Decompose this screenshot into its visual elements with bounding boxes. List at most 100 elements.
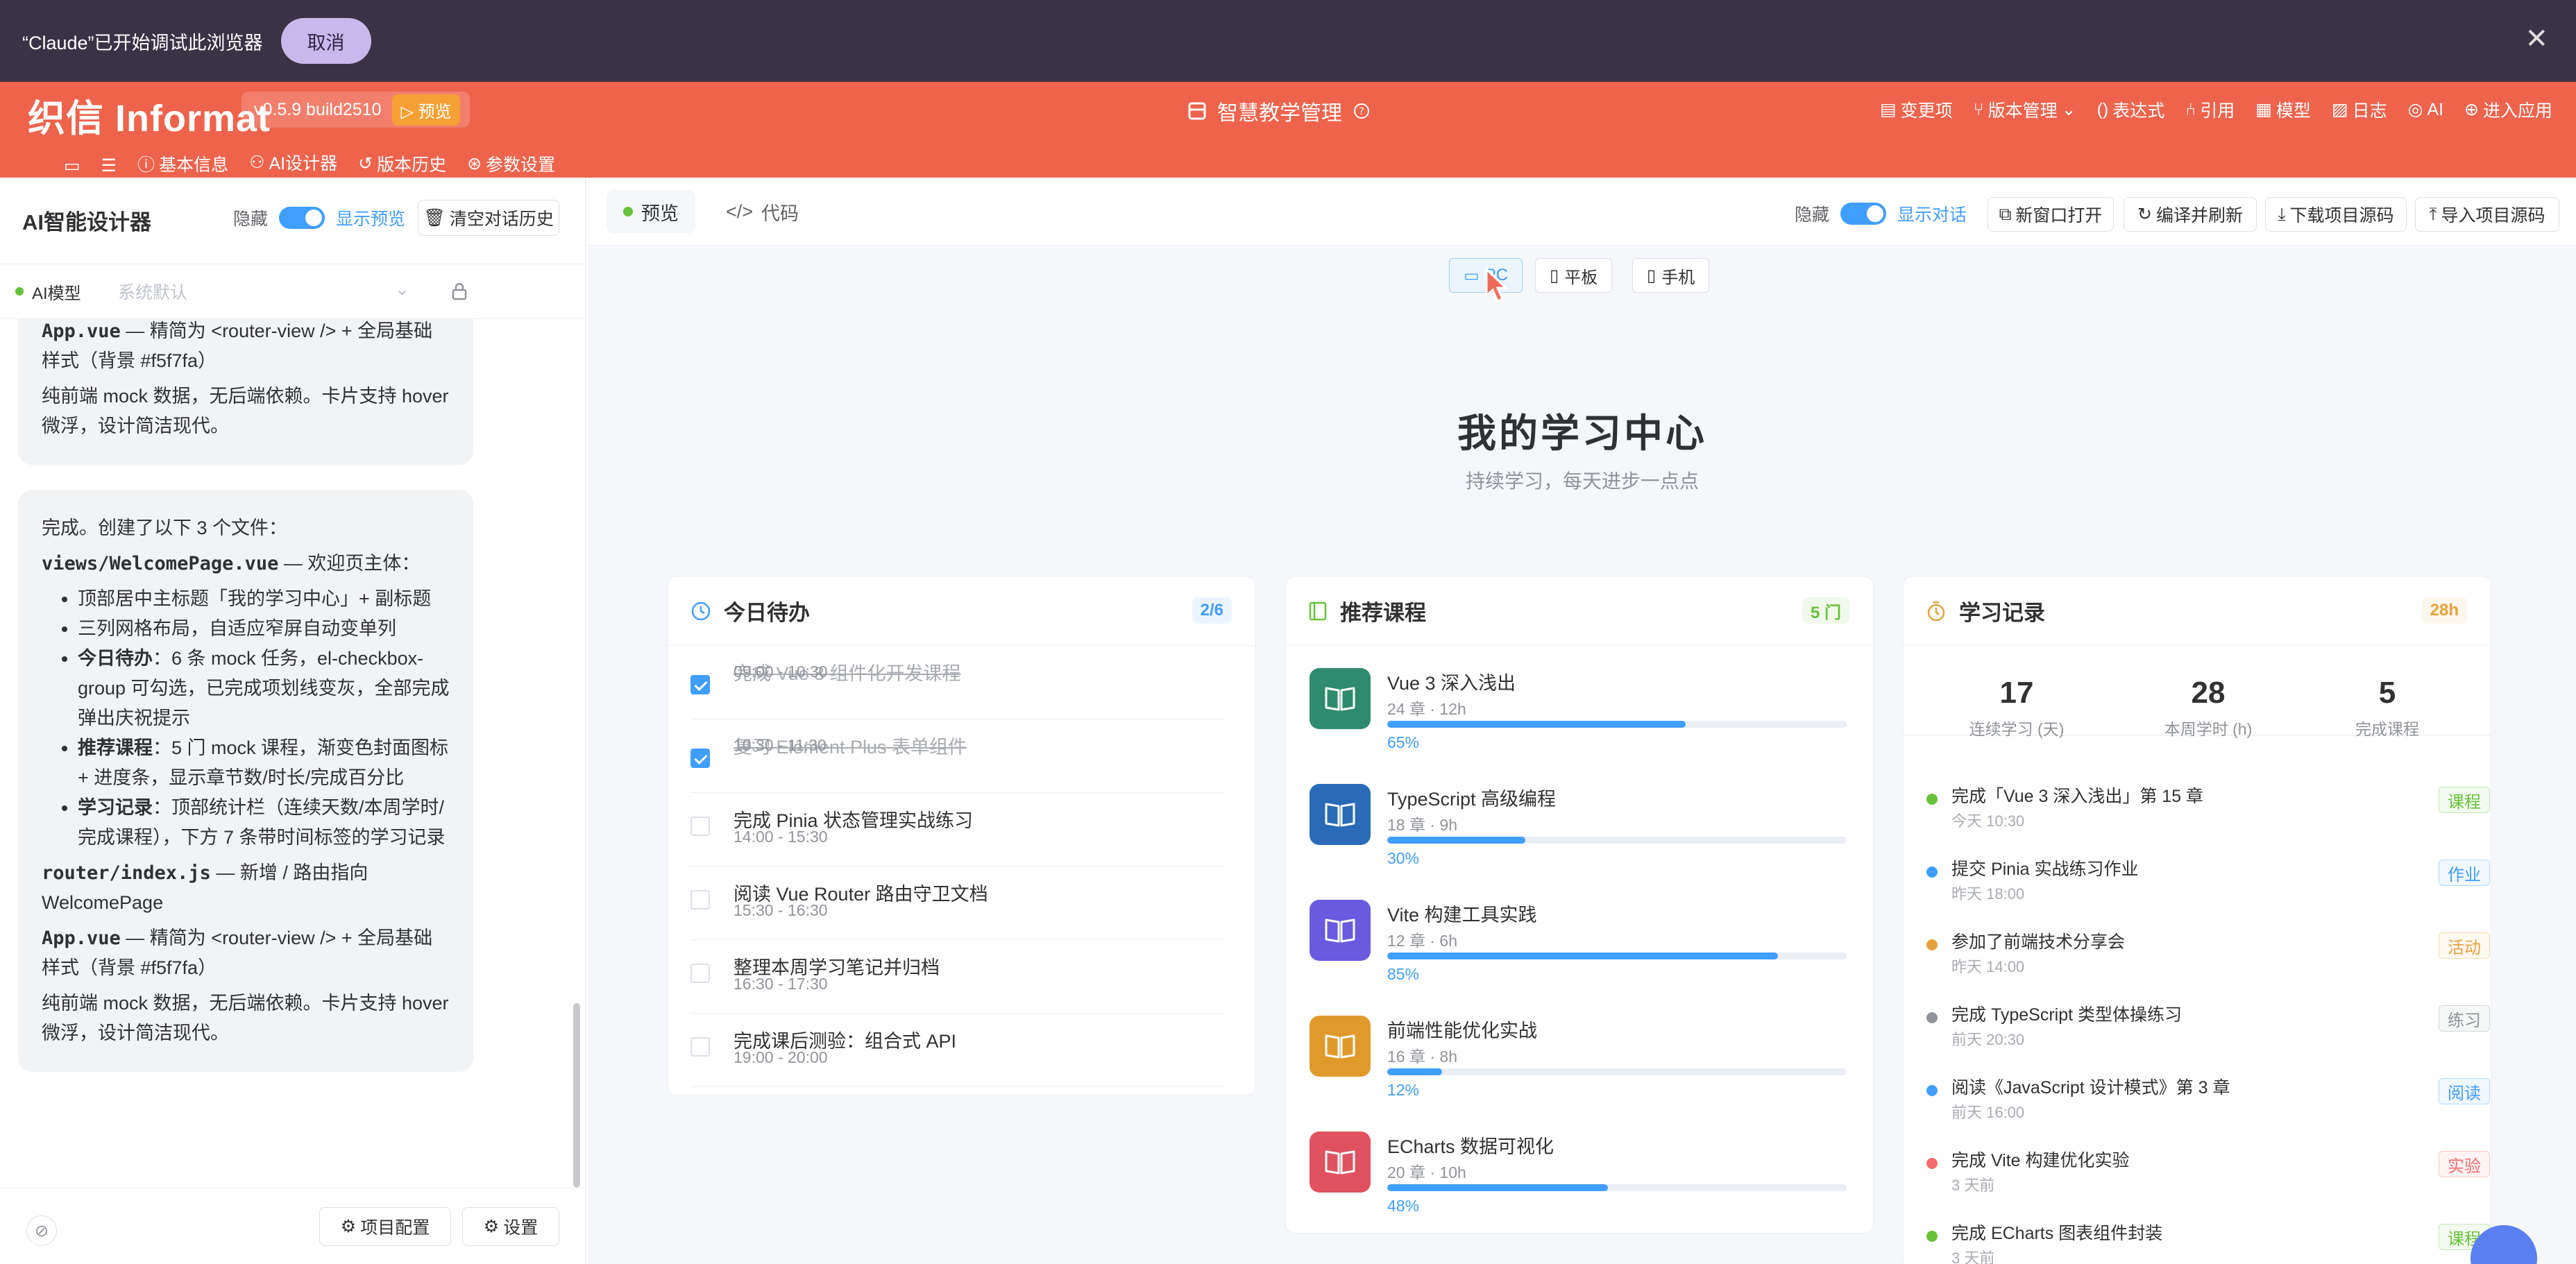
device-tablet-button[interactable]: ▯ 平板 bbox=[1535, 258, 1613, 293]
record-text: 完成 TypeScript 类型体操练习 bbox=[1951, 1005, 2182, 1025]
compile-refresh-button[interactable]: ↻ 编译并刷新 bbox=[2124, 197, 2257, 232]
code-filename: App.vue bbox=[42, 321, 121, 342]
record-text: 完成 ECharts 图表组件封装 bbox=[1951, 1224, 2163, 1243]
preview-app-button[interactable]: ▷ 预览 bbox=[392, 94, 460, 126]
show-preview-label: 显示预览 bbox=[336, 210, 406, 229]
device-mobile-button[interactable]: ▯ 手机 bbox=[1632, 258, 1710, 293]
record-tag: 课程 bbox=[2439, 787, 2490, 813]
progress-percent: 85% bbox=[1387, 965, 1420, 983]
clear-history-button[interactable]: 🗑 清空对话历史 bbox=[418, 200, 559, 236]
status-dot bbox=[15, 287, 24, 296]
course-item[interactable]: 前端性能优化实战 16 章 · 8h 12% bbox=[1310, 1016, 1854, 1120]
progress-bar bbox=[1387, 837, 1847, 844]
open-new-window-button[interactable]: ⧉ 新窗口打开 bbox=[1988, 197, 2114, 232]
page-subtitle: 持续学习，每天进步一点点 bbox=[1465, 470, 1699, 492]
todo-item[interactable]: 完成课后测验：组合式 API 19:00 - 20:00 bbox=[690, 1014, 1225, 1087]
monitor-icon: ▭ bbox=[1464, 266, 1480, 285]
todo-time: 10:30 - 11:30 bbox=[734, 736, 827, 754]
message-text: 完成。创建了以下 3 个文件： bbox=[42, 518, 288, 538]
todo-checkbox[interactable] bbox=[690, 964, 710, 983]
preview-toggle-group: 隐藏 显示预览 bbox=[233, 205, 405, 230]
open-book-icon bbox=[1325, 687, 1355, 711]
download-source-button[interactable]: ⤓ 下载项目源码 bbox=[2265, 197, 2407, 232]
tab-code[interactable]: </> 代码 bbox=[709, 190, 815, 233]
log-icon: ▨ bbox=[2331, 100, 2348, 119]
todo-item[interactable]: 整理本周学习笔记并归档 16:30 - 17:30 bbox=[690, 940, 1225, 1014]
external-link-icon: ⧉ bbox=[1999, 204, 2012, 224]
menu-expression[interactable]: () 表达式 bbox=[2097, 97, 2165, 122]
record-item: 完成 Vite 构建优化实验 3 天前 实验 bbox=[1926, 1138, 2490, 1211]
open-book-icon bbox=[1325, 919, 1355, 943]
menu-version-manage[interactable]: ⑂ 版本管理 ⌄ bbox=[1974, 97, 2076, 122]
progress-bar bbox=[1387, 721, 1847, 728]
menu-changes[interactable]: ▤ 变更项 bbox=[1880, 97, 1953, 122]
course-title: TypeScript 高级编程 bbox=[1387, 789, 1557, 810]
record-item: 参加了前端技术分享会 昨天 14:00 活动 bbox=[1926, 920, 2490, 992]
todo-item[interactable]: 完成 Pinia 状态管理实战练习 14:00 - 15:30 bbox=[690, 793, 1225, 866]
course-meta: 12 章 · 6h bbox=[1387, 932, 1457, 950]
progress-fill bbox=[1387, 1068, 1443, 1075]
cancel-debug-button[interactable]: 取消 bbox=[280, 18, 371, 64]
list-item: 推荐课程：5 门 mock 课程，渐变色封面图标 + 进度条，显示章节数/时长/… bbox=[78, 733, 450, 793]
menu-enter-app[interactable]: ⊕ 进入应用 bbox=[2464, 97, 2552, 122]
progress-percent: 12% bbox=[1387, 1081, 1420, 1099]
todo-checkbox[interactable] bbox=[690, 675, 710, 694]
todo-item[interactable]: 完成 Vue 3 组件化开发课程 09:00 - 10:30 bbox=[690, 646, 1225, 719]
course-item[interactable]: TypeScript 高级编程 18 章 · 9h 30% bbox=[1310, 784, 1854, 888]
menu-log[interactable]: ▨ 日志 bbox=[2332, 97, 2387, 122]
message-text: 纯前端 mock 数据，无后端依赖。卡片支持 hover 微浮，设计简洁现代。 bbox=[42, 386, 449, 436]
progress-fill bbox=[1387, 837, 1525, 844]
todo-card: 今日待办 2/6 完成 Vue 3 组件化开发课程 09:00 - 10:30 复习… bbox=[668, 576, 1256, 1096]
record-time: 前天 20:30 bbox=[1951, 1031, 2025, 1048]
lock-icon[interactable] bbox=[451, 282, 468, 300]
project-config-button[interactable]: ⚙ 项目配置 bbox=[319, 1207, 451, 1246]
chat-toggle[interactable] bbox=[1840, 203, 1887, 225]
todo-checkbox[interactable] bbox=[690, 817, 710, 836]
settings-button[interactable]: ⚙ 设置 bbox=[462, 1207, 559, 1246]
version-text: v0.5.9 build2510 bbox=[254, 99, 382, 119]
tab-preview[interactable]: 预览 bbox=[607, 190, 695, 233]
record-tag: 阅读 bbox=[2439, 1078, 2490, 1104]
todo-item[interactable]: 阅读 Vue Router 路由守卫文档 15:30 - 16:30 bbox=[690, 866, 1225, 940]
code-filename: views/WelcomePage.vue bbox=[42, 553, 279, 574]
course-item[interactable]: Vite 构建工具实践 12 章 · 6h 85% bbox=[1310, 900, 1854, 1004]
menu-reference[interactable]: ⑃ 引用 bbox=[2185, 97, 2235, 122]
gear-icon: ⚙ bbox=[340, 1217, 357, 1236]
todo-checkbox[interactable] bbox=[690, 890, 710, 909]
preview-toggle[interactable] bbox=[279, 207, 325, 229]
course-item[interactable]: Vue 3 深入浅出 24 章 · 12h 65% bbox=[1310, 668, 1854, 772]
list-item: 今日待办：6 条 mock 任务，el-checkbox-group 可勾选，已… bbox=[78, 644, 450, 733]
todo-time: 19:00 - 20:00 bbox=[734, 1048, 828, 1066]
todo-checkbox[interactable] bbox=[690, 1037, 710, 1057]
close-icon[interactable]: ✕ bbox=[2525, 25, 2548, 53]
record-tag: 实验 bbox=[2439, 1151, 2490, 1177]
todo-item[interactable]: 复习 Element Plus 表单组件 10:30 - 11:30 bbox=[690, 719, 1225, 793]
model-select[interactable]: 系统默认 ⌄ bbox=[118, 279, 409, 304]
menu-ai[interactable]: ◎ AI bbox=[2408, 97, 2443, 122]
menu-model[interactable]: ▦ 模型 bbox=[2255, 97, 2311, 122]
import-source-button[interactable]: ⤒ 导入项目源码 bbox=[2415, 197, 2559, 232]
attachment-icon[interactable]: ⊘ bbox=[26, 1215, 57, 1246]
course-meta: 18 章 · 9h bbox=[1387, 816, 1457, 834]
progress-percent: 65% bbox=[1387, 733, 1420, 751]
progress-bar bbox=[1387, 1068, 1847, 1075]
progress-bar bbox=[1387, 953, 1847, 959]
chat-history[interactable]: App.vue — 精简为 <router-view /> + 全局基础样式（背… bbox=[18, 319, 566, 1186]
progress-percent: 48% bbox=[1387, 1197, 1420, 1215]
course-item[interactable]: ECharts 数据可视化 20 章 · 10h 48% bbox=[1310, 1131, 1854, 1233]
todo-checkbox[interactable] bbox=[690, 749, 710, 768]
card-title: 学习记录 bbox=[1959, 601, 2045, 625]
progress-bar bbox=[1387, 1184, 1847, 1191]
courses-card: 推荐课程 5 门 Vue 3 深入浅出 24 章 · 12h 65% TypeScri… bbox=[1285, 576, 1874, 1233]
app-icon bbox=[1188, 102, 1206, 120]
record-time: 今天 10:30 bbox=[1951, 812, 2025, 830]
enter-icon: ⊕ bbox=[2464, 100, 2479, 119]
help-icon[interactable]: ? bbox=[1353, 103, 1370, 119]
chat-message: 完成。创建了以下 3 个文件： views/WelcomePage.vue — … bbox=[18, 490, 473, 1072]
chat-toggle-group: 隐藏 显示对话 bbox=[1795, 201, 1967, 226]
chat-scrollbar[interactable] bbox=[573, 1003, 580, 1188]
todo-time: 16:30 - 17:30 bbox=[734, 975, 828, 993]
course-cover bbox=[1310, 1016, 1371, 1077]
course-cover bbox=[1310, 900, 1371, 961]
clock-icon bbox=[691, 601, 711, 620]
